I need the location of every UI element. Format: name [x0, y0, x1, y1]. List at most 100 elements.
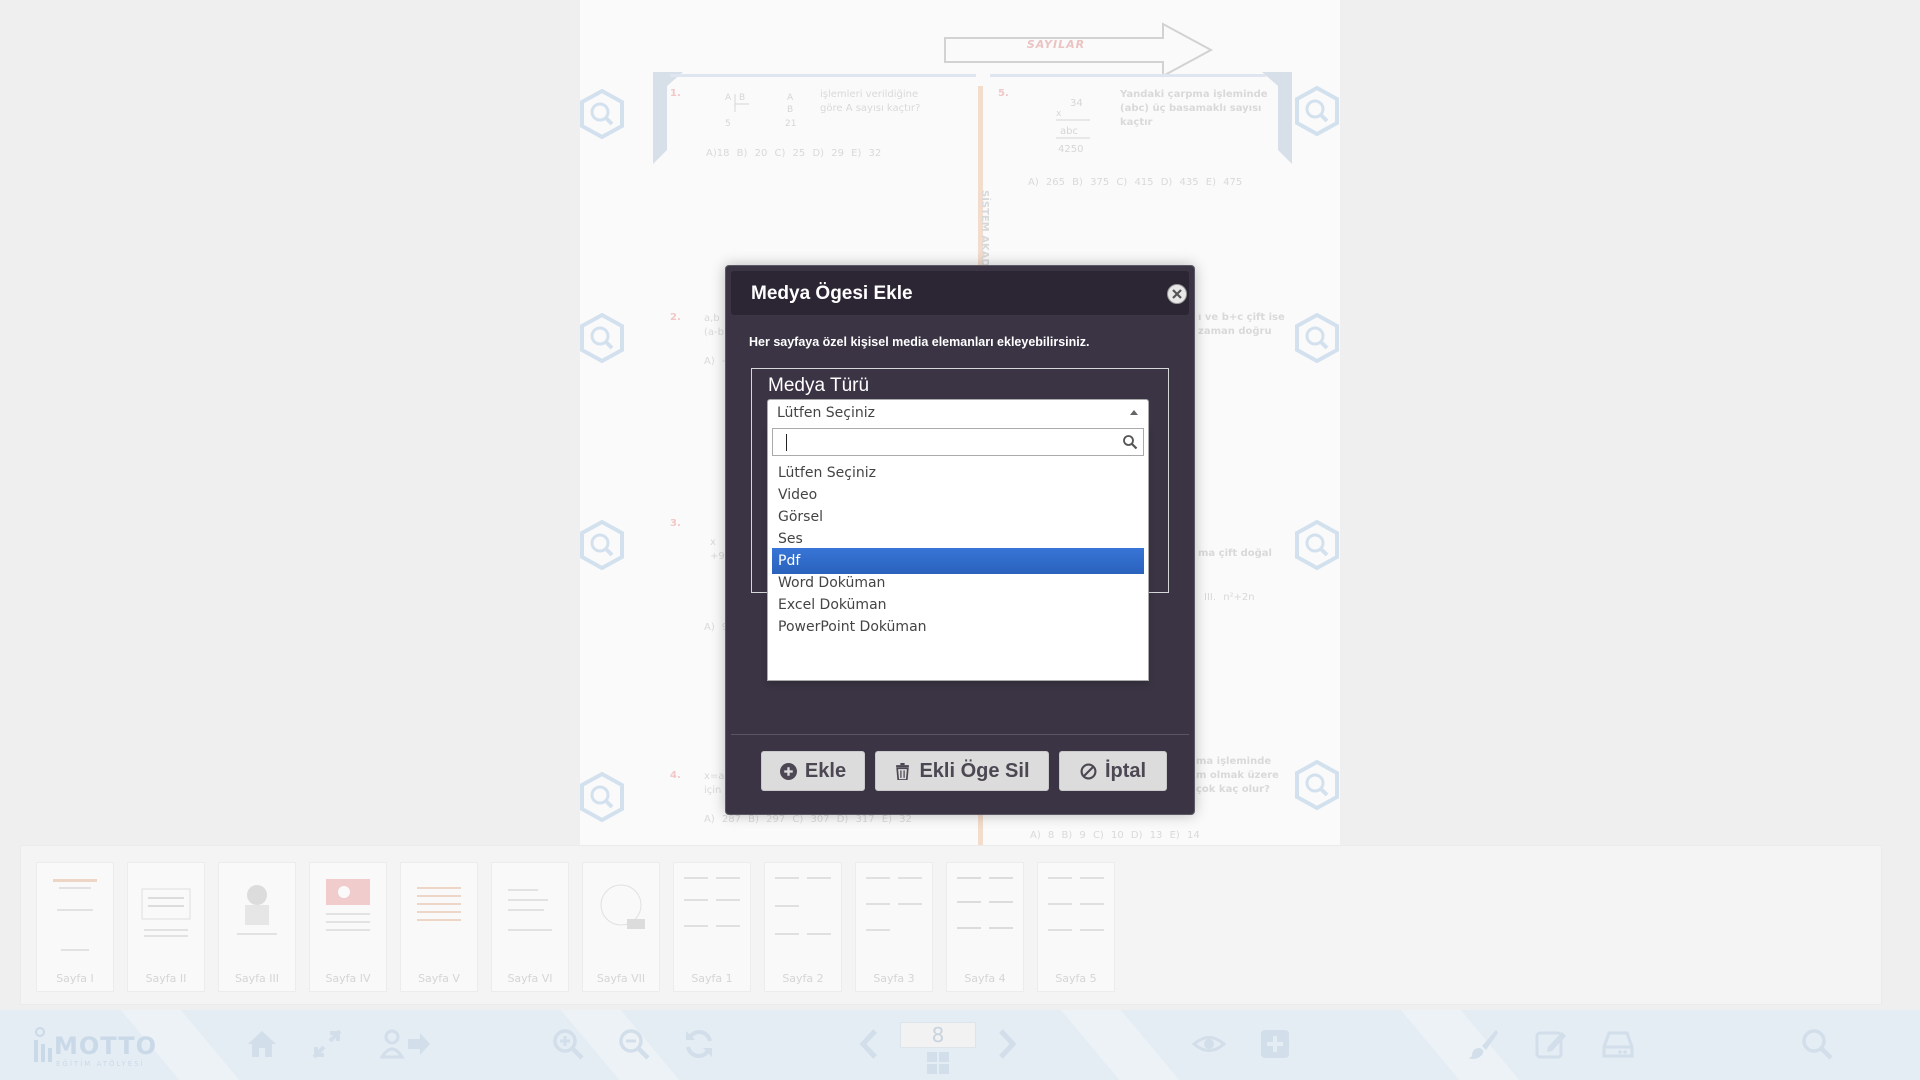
question-options: A) -	[704, 356, 726, 367]
view-button[interactable]	[1189, 1024, 1229, 1064]
home-icon	[248, 1031, 276, 1057]
select-dropdown: Lütfen Seçiniz Video Görsel Ses Pdf Word…	[767, 426, 1149, 681]
zoom-area-icon[interactable]	[1292, 520, 1342, 570]
refresh-icon	[686, 1030, 712, 1058]
page-bracket-left	[653, 72, 683, 164]
page-thumbnail[interactable]: Sayfa IV	[309, 862, 387, 992]
question-options: III. n²+2n	[1204, 592, 1255, 603]
svg-text:5: 5	[725, 119, 731, 129]
grid-icon[interactable]	[927, 1052, 949, 1074]
zoom-area-icon[interactable]	[577, 520, 627, 570]
page-thumbnail[interactable]: Sayfa 4	[946, 862, 1024, 992]
thumbnail-image	[237, 885, 277, 935]
thumbnail-image	[141, 888, 191, 937]
bottom-toolbar: MOTTO EĞİTİM ATÖLYESİ 8	[0, 1010, 1920, 1080]
page-top-line-left	[670, 74, 976, 77]
zoom-area-icon[interactable]	[1292, 313, 1342, 363]
edit-button[interactable]	[1531, 1024, 1571, 1064]
ban-icon	[1080, 763, 1097, 779]
home-button[interactable]	[242, 1024, 282, 1064]
dropdown-search-input[interactable]	[773, 429, 1113, 455]
page-thumbnail[interactable]: Sayfa VI	[491, 862, 569, 992]
add-media-button[interactable]	[1255, 1024, 1295, 1064]
page-thumbnail[interactable]: Sayfa 3	[855, 862, 933, 992]
dialog-title: Medya Ögesi Ekle	[751, 283, 913, 304]
page-thumbnail[interactable]: Sayfa 1	[673, 862, 751, 992]
plus-circle-icon	[779, 762, 797, 780]
page-thumbnail[interactable]: Sayfa 2	[764, 862, 842, 992]
thumbnail-label: Sayfa VII	[596, 972, 646, 985]
page-thumbnail[interactable]: Sayfa V	[400, 862, 478, 992]
logout-button[interactable]	[380, 1024, 432, 1064]
logo-text: MOTTO	[54, 1032, 157, 1060]
question-text: ma çift doğal	[1198, 548, 1272, 559]
svg-text:21: 21	[785, 119, 796, 129]
page-top-line-right	[990, 74, 1266, 77]
page-thumbnail[interactable]: Sayfa I	[36, 862, 114, 992]
zoom-area-icon[interactable]	[577, 313, 627, 363]
zoom-area-icon[interactable]	[577, 772, 627, 822]
question-text: x=a için	[704, 771, 725, 796]
zoom-in-icon	[553, 1029, 584, 1060]
fullscreen-button[interactable]	[307, 1024, 347, 1064]
zoom-area-icon[interactable]	[1292, 760, 1342, 810]
next-page-button[interactable]	[986, 1024, 1026, 1064]
search-icon	[1123, 435, 1138, 450]
svg-text:A: A	[725, 93, 732, 103]
drive-icon	[1602, 1031, 1634, 1058]
question-text: ı ve b+c çift ise zaman doğru	[1198, 312, 1285, 337]
thumbnail-image	[866, 877, 922, 931]
page-thumbnail[interactable]: Sayfa VII	[582, 862, 660, 992]
page-thumbnail[interactable]: Sayfa 5	[1037, 862, 1115, 992]
thumbnail-image	[775, 877, 831, 935]
svg-text:abc: abc	[1060, 126, 1078, 137]
remove-item-button-label: Ekli Öge Sil	[919, 759, 1030, 782]
page-number-input[interactable]: 8	[900, 1022, 976, 1048]
question-options: A) 265 B) 375 C) 415 D) 435 E) 475	[1028, 177, 1243, 188]
thumbnail-image	[684, 877, 740, 927]
question-number: 1.	[670, 88, 681, 99]
add-icon	[1261, 1030, 1289, 1058]
page-thumbnail[interactable]: Sayfa III	[218, 862, 296, 992]
question-number: 4.	[670, 770, 681, 781]
prev-page-button[interactable]	[850, 1024, 890, 1064]
search-button[interactable]	[1797, 1024, 1837, 1064]
trash-icon	[896, 762, 910, 780]
thumbnail-image	[1048, 877, 1104, 931]
thumbnail-image	[53, 879, 97, 951]
toolbar-decoration	[1060, 1010, 1180, 1080]
question-options: A) 287 B) 297 C) 307 D) 317 E) 32	[704, 814, 912, 825]
thumbnail-label: Sayfa 2	[782, 972, 824, 985]
zoom-in-button[interactable]	[548, 1024, 588, 1064]
drive-button[interactable]	[1598, 1024, 1638, 1064]
add-button[interactable]: Ekle	[761, 751, 865, 791]
refresh-button[interactable]	[679, 1024, 719, 1064]
zoom-area-icon[interactable]	[1292, 86, 1342, 136]
question-number: 3.	[670, 518, 681, 529]
cancel-button[interactable]: İptal	[1059, 751, 1167, 791]
thumbnail-image	[326, 879, 370, 931]
question-options: A)18 B) 20 C) 25 D) 29 E) 32	[706, 148, 882, 159]
remove-item-button[interactable]: Ekli Öge Sil	[875, 751, 1049, 791]
brush-button[interactable]	[1463, 1024, 1503, 1064]
select-current-value: Lütfen Seçiniz	[777, 405, 875, 421]
dialog-close-button[interactable]	[1167, 284, 1187, 304]
option-powerpoint[interactable]: PowerPoint Doküman	[772, 614, 1144, 640]
thumbnail-image	[957, 877, 1013, 929]
add-button-label: Ekle	[804, 759, 847, 782]
dialog-header: Medya Ögesi Ekle	[731, 271, 1189, 315]
fullscreen-icon	[312, 1029, 342, 1059]
zoom-out-button[interactable]	[614, 1024, 654, 1064]
media-type-legend: Medya Türü	[768, 375, 870, 396]
page-thumbnail[interactable]: Sayfa II	[127, 862, 205, 992]
svg-text:B: B	[787, 105, 793, 115]
thumbnail-label: Sayfa I	[56, 972, 94, 985]
media-type-select[interactable]: Lütfen Seçiniz	[767, 399, 1149, 426]
question-number: 5.	[998, 88, 1009, 99]
cancel-button-label: İptal	[1104, 759, 1147, 782]
question-formula: A B 5 A B 21	[725, 93, 796, 129]
dialog-divider	[731, 734, 1189, 735]
thumbnail-label: Sayfa 1	[691, 972, 733, 985]
svg-text:x: x	[1056, 109, 1062, 119]
zoom-area-icon[interactable]	[577, 89, 627, 139]
